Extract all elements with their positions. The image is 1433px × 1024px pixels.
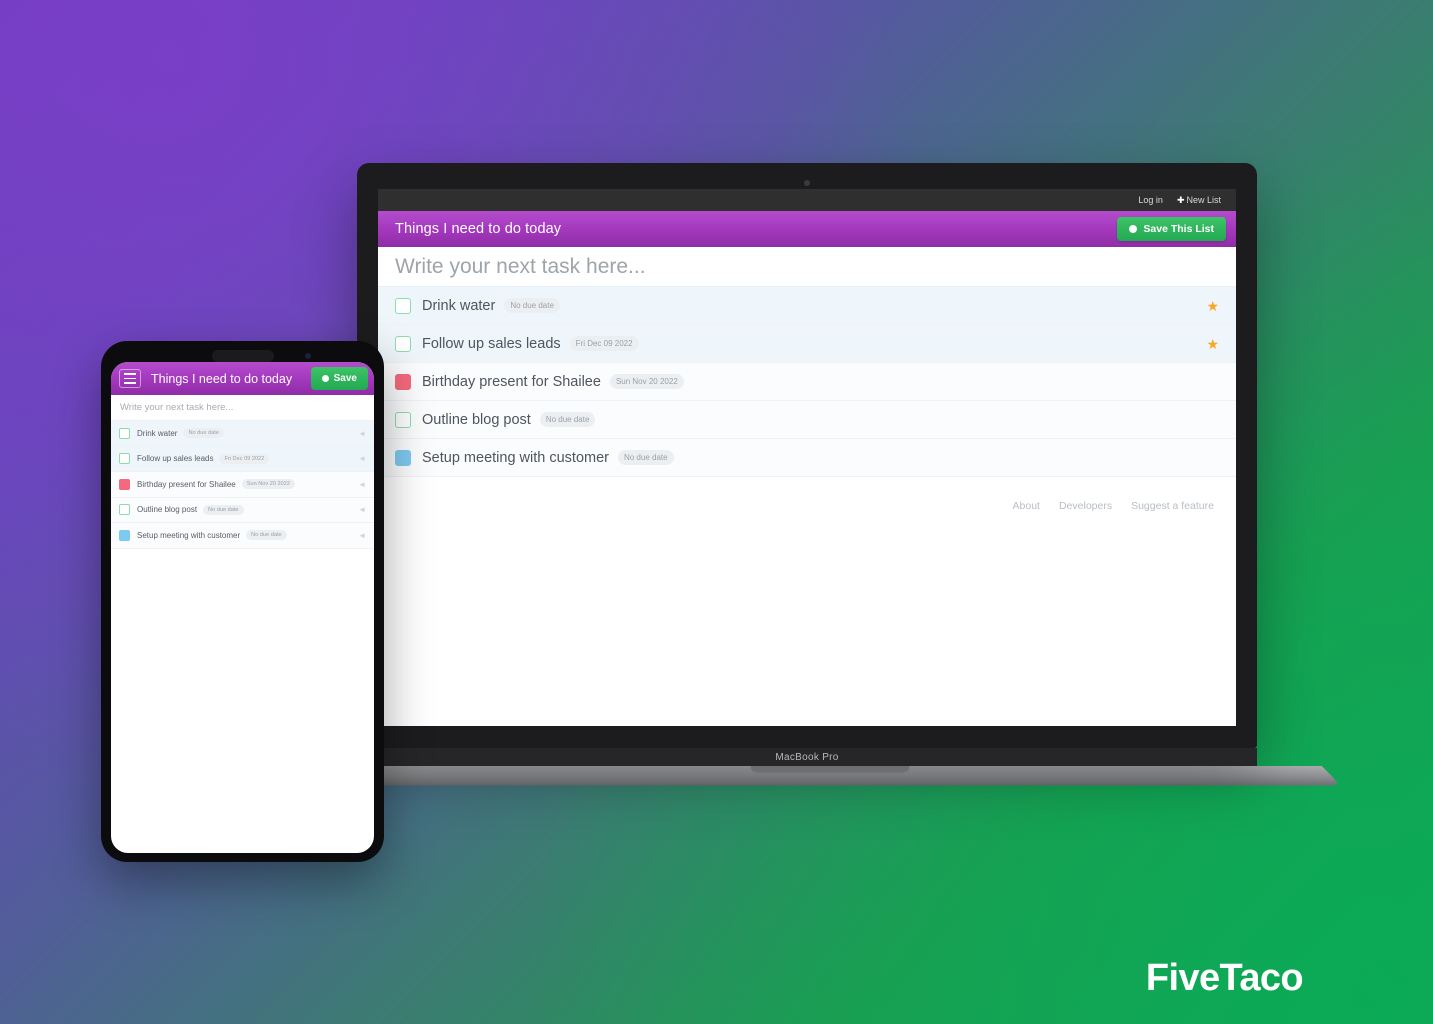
task-due-badge: Sun Nov 20 2022 — [241, 479, 295, 490]
task-due-badge: No due date — [246, 530, 287, 541]
task-checkbox[interactable] — [119, 453, 130, 465]
task-due-badge: Fri Dec 09 2022 — [219, 453, 270, 464]
task-due-badge: No due date — [203, 504, 244, 515]
task-label: Follow up sales leads — [422, 335, 561, 352]
page-title: Things I need to do today — [395, 221, 562, 237]
task-due-badge: No due date — [504, 298, 560, 313]
app-header: Things I need to do today Save This List — [378, 211, 1236, 247]
chevron-left-icon[interactable]: ◄ — [358, 531, 366, 540]
task-checkbox[interactable] — [119, 504, 130, 516]
laptop-base-notch — [749, 766, 910, 773]
phone-mockup: Things I need to do today Save Write you… — [101, 341, 384, 862]
task-checkbox[interactable] — [119, 427, 130, 439]
chevron-left-icon[interactable]: ◄ — [358, 454, 366, 463]
footer-link-developers[interactable]: Developers — [1059, 500, 1112, 512]
task-due-badge: Fri Dec 09 2022 — [569, 336, 639, 351]
fivetaco-logo: FiveTaco — [1145, 957, 1304, 999]
top-utility-bar: Log in ✚ New List — [378, 189, 1236, 211]
new-task-input[interactable]: Write your next task here... — [378, 247, 1236, 287]
task-due-badge: No due date — [539, 412, 596, 427]
task-due-badge: Sun Nov 20 2022 — [609, 374, 684, 389]
task-label: Setup meeting with customer — [422, 449, 609, 466]
task-label: Follow up sales leads — [137, 454, 214, 464]
save-this-list-button[interactable]: Save This List — [1117, 217, 1226, 241]
mobile-new-task-placeholder: Write your next task here... — [120, 402, 234, 413]
table-row[interactable]: Birthday present for Shailee Sun Nov 20 … — [378, 363, 1236, 401]
plus-icon: ✚ — [1176, 194, 1185, 205]
laptop-base — [318, 766, 1341, 786]
new-list-label: New List — [1186, 194, 1221, 205]
mobile-save-button[interactable]: Save — [310, 367, 368, 390]
list-item[interactable]: Drink water No due date ◄ — [111, 421, 374, 447]
new-task-placeholder: Write your next task here... — [395, 254, 646, 278]
task-label: Drink water — [137, 428, 178, 438]
task-label: Birthday present for Shailee — [137, 479, 236, 489]
star-icon[interactable]: ★ — [1206, 299, 1219, 313]
hamburger-menu-icon[interactable] — [119, 369, 141, 388]
task-checkbox[interactable] — [395, 373, 411, 390]
desktop-app-screen: Log in ✚ New List Things I need to do tod… — [378, 189, 1236, 726]
task-checkbox[interactable] — [395, 449, 411, 466]
list-item[interactable]: Setup meeting with customer No due date … — [111, 523, 374, 549]
table-row[interactable]: Setup meeting with customer No due date — [378, 439, 1236, 477]
task-label: Outline blog post — [137, 505, 198, 515]
task-checkbox[interactable] — [395, 335, 411, 352]
star-icon[interactable]: ★ — [1206, 337, 1219, 351]
task-checkbox[interactable] — [395, 297, 411, 314]
list-item[interactable]: Follow up sales leads Fri Dec 09 2022 ◄ — [111, 446, 374, 472]
table-row[interactable]: Outline blog post No due date — [378, 401, 1236, 439]
task-list: Drink water No due date ★ Follow up sale… — [378, 287, 1236, 477]
footer-links: About Developers Suggest a feature — [378, 477, 1236, 512]
task-label: Outline blog post — [422, 411, 531, 428]
new-list-link[interactable]: ✚ New List — [1177, 195, 1221, 206]
task-checkbox[interactable] — [119, 529, 130, 541]
list-item[interactable]: Birthday present for Shailee Sun Nov 20 … — [111, 472, 374, 498]
camera-dot-icon — [804, 180, 810, 186]
chevron-left-icon[interactable]: ◄ — [358, 505, 366, 514]
speaker-pill-icon — [211, 350, 274, 362]
task-due-badge: No due date — [617, 450, 674, 465]
task-label: Birthday present for Shailee — [422, 373, 601, 390]
circle-dot-icon — [1129, 225, 1138, 233]
laptop-mockup: Log in ✚ New List Things I need to do tod… — [318, 163, 1341, 786]
task-label: Drink water — [422, 297, 496, 314]
table-row[interactable]: Follow up sales leads Fri Dec 09 2022 ★ — [378, 325, 1236, 363]
table-row[interactable]: Drink water No due date ★ — [378, 287, 1236, 325]
laptop-chin: MacBook Pro — [357, 748, 1257, 766]
task-checkbox[interactable] — [119, 478, 130, 490]
mobile-app-screen: Things I need to do today Save Write you… — [111, 362, 374, 853]
login-link[interactable]: Log in — [1138, 195, 1163, 205]
circle-dot-icon — [321, 375, 329, 382]
save-button-label: Save This List — [1143, 223, 1214, 235]
chevron-left-icon[interactable]: ◄ — [358, 480, 366, 489]
camera-dot-icon — [304, 353, 311, 359]
mobile-new-task-input[interactable]: Write your next task here... — [111, 395, 374, 421]
footer-link-about[interactable]: About — [1013, 500, 1040, 512]
list-item[interactable]: Outline blog post No due date ◄ — [111, 497, 374, 523]
task-label: Setup meeting with customer — [137, 530, 241, 540]
task-checkbox[interactable] — [395, 411, 411, 428]
footer-link-suggest-a-feature[interactable]: Suggest a feature — [1131, 500, 1214, 512]
laptop-model-label: MacBook Pro — [775, 751, 839, 763]
chevron-left-icon[interactable]: ◄ — [358, 429, 366, 438]
mobile-task-list: Drink water No due date ◄ Follow up sale… — [111, 421, 374, 549]
mobile-app-header: Things I need to do today Save — [111, 362, 374, 395]
laptop-lid: Log in ✚ New List Things I need to do tod… — [357, 163, 1257, 748]
mobile-page-title: Things I need to do today — [151, 371, 293, 386]
mobile-save-label: Save — [333, 373, 357, 384]
task-due-badge: No due date — [183, 428, 224, 439]
